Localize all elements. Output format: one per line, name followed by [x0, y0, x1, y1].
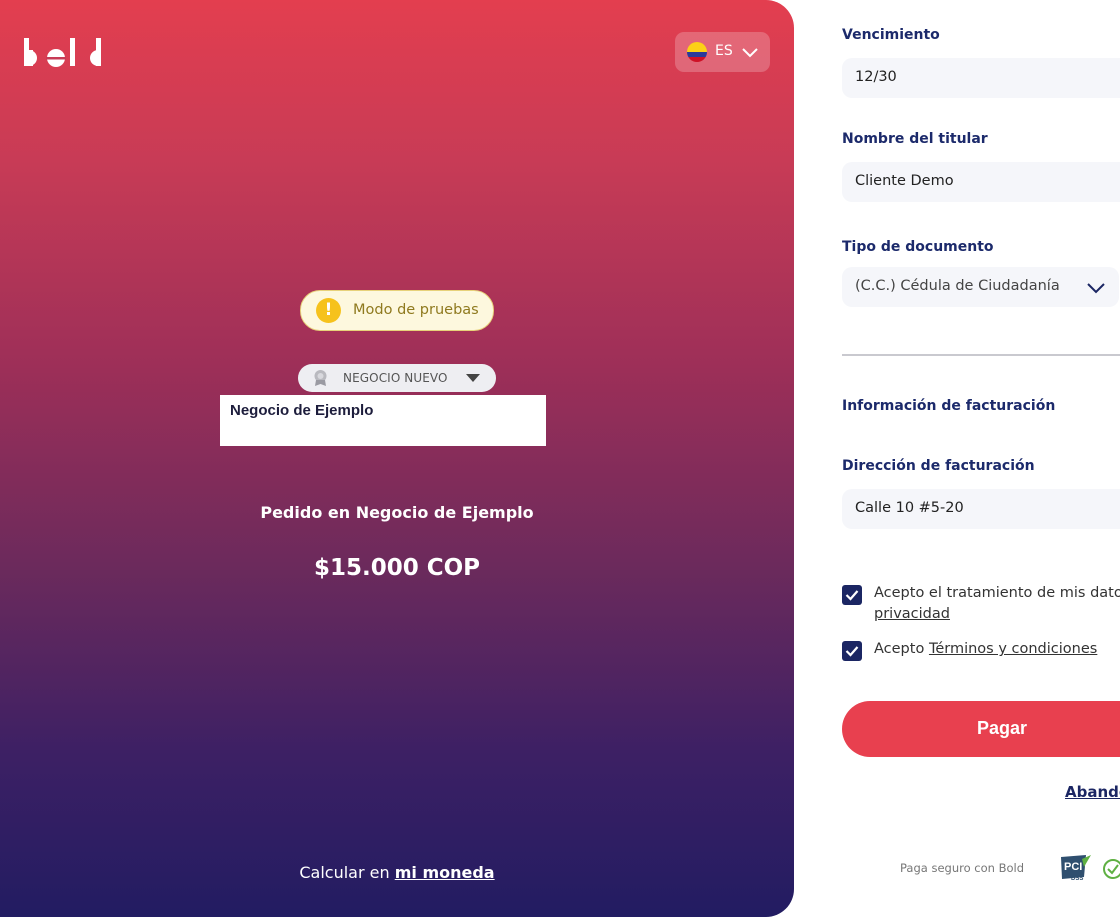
billing-address-label: Dirección de facturación [842, 458, 1035, 474]
bold-logo [24, 38, 101, 67]
expiry-label: Vencimiento [842, 27, 940, 43]
pay-button-label: Pagar [977, 718, 1028, 738]
expiry-field[interactable]: 12/30 [842, 58, 1120, 98]
chevron-down-icon [1087, 283, 1105, 294]
business-name-card: Negocio de Ejemplo [220, 395, 546, 446]
my-currency-link[interactable]: mi moneda [395, 863, 495, 882]
test-mode-badge: ! Modo de pruebas [300, 290, 494, 331]
order-amount: $15.000 COP [313, 555, 481, 581]
holder-name-value: Cliente Demo [855, 173, 954, 189]
chevron-down-icon [742, 48, 758, 58]
exclamation-icon: ! [316, 298, 341, 323]
checkmark-icon [845, 590, 859, 601]
currency-prefix: Calcular en [299, 863, 395, 882]
document-type-select[interactable]: (C.C.) Cédula de Ciudadanía [842, 267, 1119, 307]
business-badge[interactable]: NEGOCIO NUEVO [298, 364, 496, 392]
order-summary-panel: ES ! Modo de pruebas NEGOCIO NUEVO Negoc… [0, 0, 794, 917]
order-title: Pedido en Negocio de Ejemplo [260, 503, 534, 522]
svg-text:DSS: DSS [1071, 876, 1083, 882]
abandon-link[interactable]: Abando [1065, 783, 1120, 801]
holder-name-field[interactable]: Cliente Demo [842, 162, 1120, 202]
secure-seal-icon [1103, 859, 1120, 879]
terms-consent-text: Acepto Términos y condiciones [874, 641, 1097, 657]
business-name: Negocio de Ejemplo [230, 402, 374, 419]
checkmark-icon [845, 646, 859, 657]
billing-section-title: Información de facturación [842, 398, 1056, 414]
billing-address-field[interactable]: Calle 10 #5-20 [842, 489, 1120, 529]
expiry-value: 12/30 [855, 69, 897, 85]
colombia-flag-icon [687, 42, 707, 62]
language-code: ES [715, 43, 733, 59]
pci-dss-icon: PCI DSS [1061, 855, 1091, 882]
section-divider [842, 354, 1120, 356]
language-selector[interactable]: ES [675, 32, 770, 72]
business-badge-label: NEGOCIO NUEVO [343, 371, 448, 385]
currency-calculator: Calcular en mi moneda [0, 863, 794, 882]
terms-prefix: Acepto [874, 641, 929, 657]
data-consent-checkbox[interactable] [842, 585, 862, 605]
pay-button[interactable]: Pagar [842, 701, 1120, 757]
holder-label: Nombre del titular [842, 131, 988, 147]
caret-down-icon [466, 374, 480, 382]
checkout-page: ES ! Modo de pruebas NEGOCIO NUEVO Negoc… [0, 0, 1120, 917]
test-mode-label: Modo de pruebas [353, 302, 479, 318]
billing-address-value: Calle 10 #5-20 [855, 500, 964, 516]
privacy-link[interactable]: privacidad [874, 606, 950, 622]
svg-text:PCI: PCI [1064, 861, 1082, 873]
medal-icon [314, 370, 327, 386]
terms-link[interactable]: Términos y condiciones [929, 641, 1097, 657]
secure-payment-text: Paga seguro con Bold [900, 861, 1025, 875]
document-type-value: (C.C.) Cédula de Ciudadanía [855, 278, 1060, 294]
document-type-label: Tipo de documento [842, 239, 994, 255]
data-consent-text: Acepto el tratamiento de mis datos [874, 585, 1120, 601]
terms-consent-checkbox[interactable] [842, 641, 862, 661]
